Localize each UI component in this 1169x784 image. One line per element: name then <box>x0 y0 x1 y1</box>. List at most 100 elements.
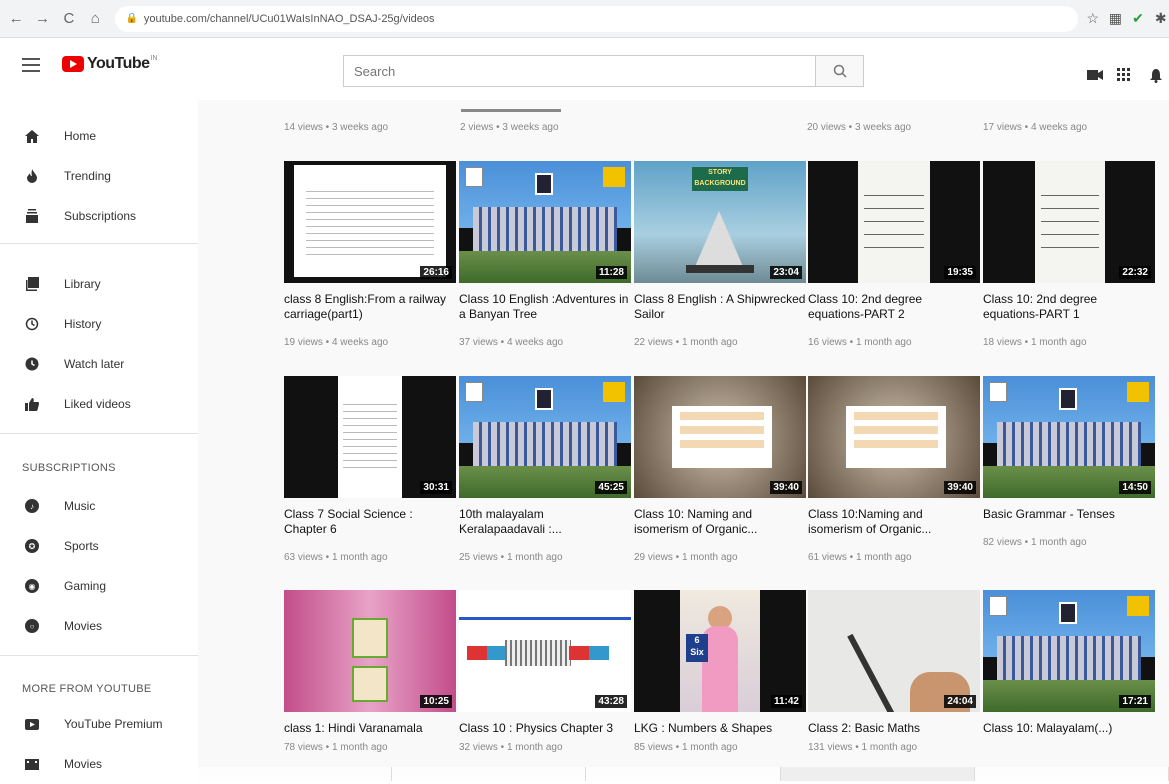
video-thumbnail[interactable]: 11:28 <box>459 161 631 283</box>
sidebar-item-label: YouTube Premium <box>64 717 163 731</box>
video-thumbnail[interactable]: 39:40 <box>808 376 980 498</box>
video-meta: 37 views • 4 weeks ago <box>459 337 564 348</box>
video-duration: 45:25 <box>595 481 627 494</box>
video-title[interactable]: Class 10: 2nd degree equations-PART 1 <box>983 292 1155 322</box>
yt-header: YouTube IN <box>0 38 1169 100</box>
logo-text: YouTube <box>87 55 150 72</box>
video-title[interactable]: LKG : Numbers & Shapes <box>634 721 806 736</box>
video-thumbnail[interactable]: 17:21 <box>983 590 1155 712</box>
video-meta: 16 views • 1 month ago <box>808 337 912 348</box>
video-meta: 78 views • 1 month ago <box>284 742 388 753</box>
video-title[interactable]: 10th malayalam Keralapaadavali :... <box>459 507 631 537</box>
address-bar[interactable]: 🔒 youtube.com/channel/UCu01WaIsInNAO_DSA… <box>115 5 1079 32</box>
video-thumbnail[interactable]: 14:50 <box>983 376 1155 498</box>
video-duration: 10:25 <box>420 695 452 708</box>
video-meta: 131 views • 1 month ago <box>808 742 918 753</box>
sidebar-item-label: Music <box>64 499 96 513</box>
history-icon <box>24 316 40 332</box>
video-thumbnail[interactable]: 45:25 <box>459 376 631 498</box>
sidebar-item-gaming[interactable]: ◉ Gaming <box>0 566 198 606</box>
video-thumbnail[interactable]: 19:35 <box>808 161 980 283</box>
video-thumbnail[interactable]: 24:04 <box>808 590 980 712</box>
sidebar-item-label: Home <box>64 129 97 143</box>
video-title[interactable]: Class 10: Malayalam(...) <box>983 721 1155 736</box>
menu-icon[interactable] <box>22 58 40 72</box>
search-box <box>343 55 864 87</box>
sidebar-item-home[interactable]: Home <box>0 116 198 156</box>
sidebar-item-label: Liked videos <box>64 397 131 411</box>
video-duration: 43:28 <box>595 695 627 708</box>
sidebar-item-more-movies[interactable]: Movies <box>0 744 198 784</box>
reload-icon[interactable]: C <box>59 8 79 30</box>
youtube-logo[interactable]: YouTube IN <box>62 55 158 73</box>
video-duration: 23:04 <box>770 266 802 279</box>
video-title[interactable]: Class 10: Naming and isomerism of Organi… <box>634 507 806 537</box>
sidebar-item-watch-later[interactable]: Watch later <box>0 344 198 384</box>
logo-region: IN <box>150 55 158 62</box>
thumbnail-word: Six <box>690 647 704 657</box>
video-title[interactable]: Class 2: Basic Maths <box>808 721 980 736</box>
search-input[interactable] <box>344 56 815 86</box>
thumbnail-number: 6 <box>694 635 700 645</box>
video-thumbnail[interactable]: 6 Six 11:42 <box>634 590 806 712</box>
video-duration: 39:40 <box>770 481 802 494</box>
home-nav-icon[interactable]: ⌂ <box>85 8 105 30</box>
puzzle-icon[interactable]: ✱ <box>1152 10 1169 28</box>
sidebar-item-trending[interactable]: Trending <box>0 156 198 196</box>
browser-toolbar: ← → C ⌂ 🔒 youtube.com/channel/UCu01WaIsI… <box>0 0 1169 38</box>
video-title[interactable]: class 1: Hindi Varanamala <box>284 721 456 736</box>
sports-icon: ✪ <box>24 538 40 554</box>
sidebar-item-label: Subscriptions <box>64 209 137 223</box>
sidebar-item-history[interactable]: History <box>0 304 198 344</box>
search-icon[interactable] <box>815 56 863 86</box>
notifications-bell-icon[interactable] <box>1147 66 1165 84</box>
video-title[interactable]: Class 10:Naming and isomerism of Organic… <box>808 507 980 537</box>
video-thumbnail[interactable]: 39:40 <box>634 376 806 498</box>
video-duration: 30:31 <box>420 481 452 494</box>
video-duration: 17:21 <box>1119 695 1151 708</box>
sidebar-item-label: Gaming <box>64 579 107 593</box>
video-duration: 19:35 <box>944 266 976 279</box>
subscriptions-icon <box>24 208 40 224</box>
video-thumbnail[interactable]: 30:31 <box>284 376 456 498</box>
film-icon <box>24 756 40 772</box>
divider <box>0 243 198 244</box>
create-video-icon[interactable] <box>1086 66 1104 84</box>
video-thumbnail[interactable]: 43:28 <box>459 590 631 712</box>
video-title[interactable]: Class 7 Social Science : Chapter 6 <box>284 507 456 537</box>
sidebar-item-label: History <box>64 317 102 331</box>
back-icon[interactable]: ← <box>6 8 26 30</box>
apps-grid-icon[interactable] <box>1115 66 1133 84</box>
sidebar-item-label: Trending <box>64 169 111 183</box>
sidebar-item-movies[interactable]: ○ Movies <box>0 606 198 646</box>
sidebar-item-sports[interactable]: ✪ Sports <box>0 526 198 566</box>
video-thumbnail[interactable]: 22:32 <box>983 161 1155 283</box>
video-title[interactable]: class 8 English:From a railway carriage(… <box>284 292 456 322</box>
video-title[interactable]: Class 10 English :Adventures in a Banyan… <box>459 292 631 322</box>
video-meta: 32 views • 1 month ago <box>459 742 563 753</box>
sidebar-item-music[interactable]: ♪ Music <box>0 486 198 526</box>
video-meta: 25 views • 1 month ago <box>459 552 563 563</box>
sidebar-item-youtube-premium[interactable]: YouTube Premium <box>0 704 198 744</box>
star-icon[interactable]: ☆ <box>1084 10 1101 28</box>
video-title[interactable]: Class 10: 2nd degree equations-PART 2 <box>808 292 980 322</box>
sidebar-item-liked-videos[interactable]: Liked videos <box>0 384 198 424</box>
sidebar-item-subscriptions[interactable]: Subscriptions <box>0 196 198 236</box>
video-title[interactable]: Class 8 English : A Shipwrecked Sailor <box>634 292 806 322</box>
video-thumbnail[interactable]: STORY BACKGROUND 23:04 <box>634 161 806 283</box>
sidebar-item-library[interactable]: Library <box>0 264 198 304</box>
check-icon[interactable]: ✔ <box>1130 10 1147 28</box>
video-meta: 63 views • 1 month ago <box>284 552 388 563</box>
video-meta: 19 views • 4 weeks ago <box>284 337 389 348</box>
forward-icon[interactable]: → <box>32 8 52 30</box>
sidebar-item-label: Movies <box>64 619 103 633</box>
home-icon <box>24 128 40 144</box>
video-thumbnail[interactable]: 26:16 <box>284 161 456 283</box>
video-thumbnail[interactable]: 10:25 <box>284 590 456 712</box>
video-title[interactable]: Class 10 : Physics Chapter 3 <box>459 721 631 736</box>
extension-icon[interactable]: ▦ <box>1107 10 1124 28</box>
divider <box>0 655 198 656</box>
video-meta: 22 views • 1 month ago <box>634 337 738 348</box>
video-duration: 39:40 <box>944 481 976 494</box>
video-title[interactable]: Basic Grammar - Tenses <box>983 507 1155 522</box>
